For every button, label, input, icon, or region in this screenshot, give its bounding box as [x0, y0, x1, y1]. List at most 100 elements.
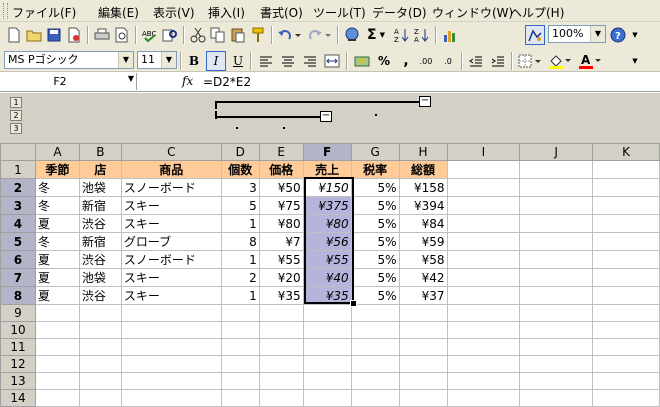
sort-ascending-icon[interactable]: AZ [392, 25, 412, 45]
menu-help[interactable]: ヘルプ(H) [510, 4, 564, 21]
font-name-select[interactable]: MS Pゴシック ▼ [4, 51, 134, 69]
selected-cell[interactable]: ¥35 [302, 286, 352, 305]
column-header-h[interactable]: H [398, 143, 448, 161]
chevron-down-icon[interactable]: ▼ [161, 52, 176, 68]
open-folder-icon[interactable] [24, 25, 44, 45]
cell[interactable] [350, 338, 400, 356]
autosum-button[interactable]: Σ ▼ [362, 25, 390, 45]
menu-tools[interactable]: ツール(T) [313, 4, 366, 21]
cell[interactable]: 新宿 [78, 232, 122, 251]
cell[interactable] [258, 355, 304, 373]
cell[interactable]: ¥50 [258, 178, 304, 197]
cell[interactable] [302, 372, 352, 390]
row-header[interactable]: 5 [0, 232, 36, 251]
cell[interactable] [350, 304, 400, 322]
cell[interactable] [592, 372, 660, 390]
cell[interactable] [350, 389, 400, 407]
cell[interactable] [350, 372, 400, 390]
collapse-level-1-button[interactable]: − [419, 96, 431, 107]
cell[interactable] [519, 321, 594, 339]
cell[interactable] [519, 389, 594, 407]
cell[interactable] [220, 304, 260, 322]
cell[interactable] [120, 389, 222, 407]
cell[interactable] [34, 304, 80, 322]
cell[interactable]: 2 [220, 268, 260, 287]
cell[interactable] [34, 355, 80, 373]
cell[interactable] [220, 355, 260, 373]
decrease-indent-icon[interactable] [466, 51, 486, 71]
cell[interactable] [519, 338, 594, 356]
formula-input[interactable]: =D2*E2 [203, 75, 251, 89]
cell[interactable] [446, 321, 521, 339]
italic-button[interactable]: I [206, 51, 226, 71]
cell[interactable] [592, 304, 660, 322]
print-preview-icon[interactable] [112, 25, 132, 45]
cell[interactable] [519, 232, 594, 251]
chevron-down-icon[interactable]: ▼ [118, 52, 133, 68]
cell[interactable]: 1 [220, 214, 260, 233]
row-header[interactable]: 14 [0, 389, 36, 407]
zoom-select[interactable]: 100% ▼ [548, 25, 606, 43]
cell[interactable] [592, 355, 660, 373]
cell[interactable] [592, 214, 660, 233]
font-size-select[interactable]: 11 ▼ [137, 51, 177, 69]
cell[interactable] [592, 178, 660, 197]
merge-center-icon[interactable] [322, 51, 342, 71]
cell[interactable] [519, 286, 594, 305]
menu-window[interactable]: ウィンドウ(W) [432, 4, 513, 21]
cell[interactable]: ¥37 [398, 286, 448, 305]
header-cell-season[interactable]: 季節 [34, 160, 80, 179]
cell[interactable] [446, 232, 521, 251]
cell[interactable] [592, 196, 660, 215]
cell[interactable]: ¥35 [258, 286, 304, 305]
row-header[interactable]: 13 [0, 372, 36, 390]
cell[interactable]: 池袋 [78, 178, 122, 197]
selected-cell[interactable]: ¥55 [302, 250, 352, 269]
cell[interactable] [446, 196, 521, 215]
column-header-k[interactable]: K [592, 143, 660, 161]
cell[interactable] [519, 372, 594, 390]
chart-wizard-icon[interactable] [440, 25, 460, 45]
cell[interactable] [398, 304, 448, 322]
header-cell-taxrate[interactable]: 税率 [350, 160, 400, 179]
cell[interactable]: 5% [350, 196, 400, 215]
cell[interactable] [398, 338, 448, 356]
cell[interactable] [302, 389, 352, 407]
cell[interactable]: 渋谷 [78, 250, 122, 269]
cell[interactable] [519, 268, 594, 287]
cell[interactable] [34, 372, 80, 390]
cell[interactable]: ¥84 [398, 214, 448, 233]
cell[interactable]: 5% [350, 286, 400, 305]
cell[interactable]: 1 [220, 286, 260, 305]
cell[interactable] [519, 304, 594, 322]
cell[interactable]: スキー [120, 196, 222, 215]
copy-icon[interactable] [208, 25, 228, 45]
cell[interactable]: 5 [220, 196, 260, 215]
cell[interactable] [120, 304, 222, 322]
cell[interactable] [519, 214, 594, 233]
cut-icon[interactable] [188, 25, 208, 45]
column-header-a[interactable]: A [34, 143, 80, 161]
undo-icon[interactable] [275, 25, 303, 45]
cell[interactable]: ¥158 [398, 178, 448, 197]
outline-level-1-button[interactable]: 1 [10, 97, 22, 108]
cell[interactable] [302, 304, 352, 322]
outline-level-2-button[interactable]: 2 [10, 110, 22, 121]
cell[interactable]: 夏 [34, 268, 80, 287]
cell[interactable] [519, 355, 594, 373]
cell[interactable]: 5% [350, 178, 400, 197]
cell[interactable] [302, 355, 352, 373]
column-header-b[interactable]: B [78, 143, 122, 161]
cell[interactable] [302, 321, 352, 339]
cell[interactable] [446, 355, 521, 373]
font-color-button[interactable]: A [576, 51, 604, 71]
row-header[interactable]: 8 [0, 286, 36, 305]
row-header[interactable]: 3 [0, 196, 36, 215]
comma-style-button[interactable]: , [396, 51, 416, 71]
print-icon[interactable] [92, 25, 112, 45]
cell[interactable]: 5% [350, 232, 400, 251]
cell[interactable]: 池袋 [78, 268, 122, 287]
header-cell-store[interactable]: 店 [78, 160, 122, 179]
header-cell-sales[interactable]: 売上 [302, 160, 352, 179]
cell[interactable] [258, 321, 304, 339]
